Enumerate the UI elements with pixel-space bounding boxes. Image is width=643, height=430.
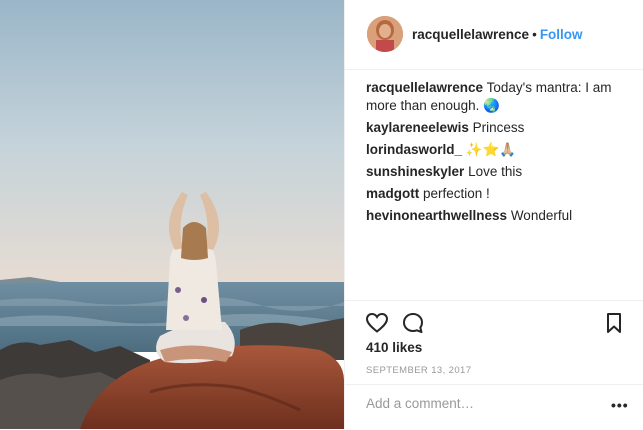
post-header: racquellelawrence • Follow [345, 0, 643, 70]
post-date: SEPTEMBER 13, 2017 [366, 365, 472, 376]
comment-item: lorindasworld_ ✨⭐🙏🏼 [366, 141, 628, 159]
instagram-post: racquellelawrence • Follow racquellelawren… [0, 0, 643, 429]
speech-bubble-icon[interactable] [401, 311, 425, 340]
avatar[interactable] [367, 16, 403, 52]
follow-button[interactable]: Follow [540, 27, 583, 42]
comment-username[interactable]: sunshineskyler [366, 164, 464, 179]
more-options-icon[interactable]: ••• [611, 397, 629, 413]
post-author-username[interactable]: racquellelawrence [412, 27, 529, 42]
header-text: racquellelawrence • Follow [412, 27, 583, 42]
comment-item: madgott perfection ! [366, 185, 628, 203]
comment-item: kaylareneelewis Princess [366, 119, 628, 137]
separator-dot: • [532, 27, 537, 42]
comment-username[interactable]: hevinonearthwellness [366, 208, 507, 223]
action-bar [345, 300, 643, 333]
heart-icon[interactable] [365, 311, 389, 340]
avatar-image [367, 16, 403, 52]
add-comment-input[interactable] [366, 396, 586, 411]
comment-text: Wonderful [510, 208, 573, 223]
comment-text: perfection ! [423, 186, 490, 201]
caption-username[interactable]: racquellelawrence [366, 80, 483, 95]
comment-text: Princess [472, 120, 525, 135]
post-side-panel: racquellelawrence • Follow racquellelawren… [344, 0, 643, 429]
comment-text: Love this [468, 164, 523, 179]
comment-item: hevinonearthwellness Wonderful [366, 207, 628, 225]
caption: racquellelawrence Today's mantra: I am m… [366, 79, 628, 115]
comment-username[interactable]: kaylareneelewis [366, 120, 469, 135]
bookmark-icon[interactable] [604, 311, 624, 340]
yoga-on-rocks-image [0, 0, 344, 429]
comment-item: sunshineskyler Love this [366, 163, 628, 181]
post-photo[interactable] [0, 0, 344, 429]
comment-username[interactable]: madgott [366, 186, 419, 201]
likes-count[interactable]: 410 likes [366, 340, 422, 355]
add-comment-bar: ••• [345, 384, 643, 430]
comments-list: racquellelawrence Today's mantra: I am m… [366, 79, 628, 229]
comment-text: ✨⭐🙏🏼 [465, 142, 517, 157]
comment-username[interactable]: lorindasworld_ [366, 142, 462, 157]
